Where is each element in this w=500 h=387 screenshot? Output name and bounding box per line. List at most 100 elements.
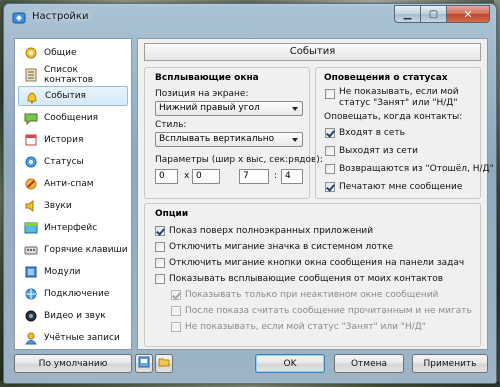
- sidebar-item-statuses[interactable]: Статусы: [18, 152, 128, 172]
- panel-title: События: [144, 43, 481, 61]
- contact-popups-label: Показывать всплывающие сообщения от моих…: [169, 274, 444, 284]
- position-select-value: Нижний правый угол: [159, 103, 260, 113]
- sidebar-item-label: Общие: [44, 48, 77, 58]
- sidebar-item-contact-list[interactable]: Список контактов: [18, 65, 128, 85]
- params-label: Параметры (шир х выс, сек:рядов):: [155, 155, 323, 165]
- popups-group: Всплывающие окна Позиция на экране: Нижн…: [144, 67, 323, 199]
- sidebar-item-modules[interactable]: Модули: [18, 262, 128, 282]
- dont-show-busy-popups-checkbox[interactable]: [171, 322, 181, 332]
- inactive-only-checkbox[interactable]: [171, 290, 181, 300]
- status-alerts-group: Оповещения о статусах Не показывать, есл…: [315, 67, 494, 199]
- video-audio-icon: [24, 309, 38, 323]
- offline-label: Выходят из сети: [339, 146, 418, 156]
- sidebar-item-label: Статусы: [44, 157, 84, 167]
- sidebar-item-connection[interactable]: Подключение: [18, 284, 128, 304]
- events-icon: [25, 90, 39, 104]
- status-alerts-title: Оповещения о статусах: [324, 73, 448, 83]
- sidebar-item-label: Модули: [44, 267, 81, 277]
- sounds-icon: [24, 199, 38, 213]
- sidebar-item-hotkeys[interactable]: Горячие клавиши: [18, 240, 128, 260]
- defaults-button[interactable]: По умолчанию: [14, 354, 132, 373]
- sidebar-item-events[interactable]: События: [18, 86, 128, 106]
- open-folder-button[interactable]: [155, 354, 173, 373]
- sidebar-item-label: События: [45, 91, 86, 101]
- style-select-value: Всплывать вертикально: [159, 134, 275, 144]
- ok-button[interactable]: OK: [255, 354, 325, 373]
- close-icon: ✕: [463, 7, 473, 21]
- sidebar-item-antispam[interactable]: Анти-спам: [18, 174, 128, 194]
- import-icon: [138, 356, 150, 371]
- events-panel: События Всплывающие окна Позиция на экра…: [137, 38, 494, 350]
- mark-read-checkbox[interactable]: [171, 306, 181, 316]
- dont-show-busy-checkbox[interactable]: [325, 89, 335, 99]
- sidebar-item-accounts[interactable]: Учётные записи: [18, 328, 128, 348]
- chevron-down-icon: [292, 138, 298, 142]
- cancel-button[interactable]: Отмена: [334, 354, 404, 373]
- typing-checkbox[interactable]: [325, 182, 335, 192]
- hotkeys-icon: [24, 243, 38, 257]
- maximize-button[interactable]: ▢: [420, 5, 446, 23]
- sidebar-item-label: Сообщения: [44, 113, 99, 123]
- options-title: Опции: [155, 209, 189, 219]
- settings-sidebar: Общие Список контактов События Сообщения…: [14, 38, 132, 350]
- interface-icon: [24, 221, 38, 235]
- sidebar-item-general[interactable]: Общие: [18, 43, 128, 63]
- app-icon: [12, 11, 26, 25]
- style-select[interactable]: Всплывать вертикально: [155, 132, 303, 147]
- settings-window: Настройки ▁ ▢ ✕ Общие Список контактов С…: [3, 3, 497, 384]
- import-button[interactable]: [135, 354, 153, 373]
- statuses-icon: [24, 155, 38, 169]
- sidebar-item-label: Звуки: [44, 201, 72, 211]
- style-label: Стиль:: [155, 120, 187, 130]
- dont-show-busy-label: Не показывать, если мой статус "Занят" и…: [339, 87, 459, 108]
- sidebar-item-label: Видео и звук: [44, 311, 106, 321]
- popup-rows-field[interactable]: 4: [281, 169, 303, 184]
- chevron-down-icon: [292, 107, 298, 111]
- window-title: Настройки: [32, 11, 89, 22]
- sidebar-item-sounds[interactable]: Звуки: [18, 196, 128, 216]
- contact-popups-checkbox[interactable]: [155, 274, 165, 284]
- sidebar-item-history[interactable]: История: [18, 130, 128, 150]
- sidebar-item-interface[interactable]: Интерфейс: [18, 218, 128, 238]
- popups-group-title: Всплывающие окна: [155, 73, 259, 83]
- fullscreen-overlay-checkbox[interactable]: [155, 226, 165, 236]
- popup-seconds-field[interactable]: 7: [239, 169, 269, 184]
- online-label: Входят в сеть: [339, 128, 405, 138]
- folder-icon: [158, 356, 170, 371]
- position-select[interactable]: Нижний правый угол: [155, 101, 303, 116]
- history-icon: [24, 133, 38, 147]
- messages-icon: [24, 111, 38, 125]
- sidebar-item-messages[interactable]: Сообщения: [18, 108, 128, 128]
- sidebar-item-label: Анти-спам: [44, 179, 94, 189]
- apply-button[interactable]: Применить: [412, 354, 488, 373]
- dont-show-busy-popups-label: Не показывать, если мой статус "Занят" и…: [185, 322, 426, 332]
- antispam-icon: [24, 177, 38, 191]
- popup-height-field[interactable]: 0: [192, 169, 220, 184]
- sidebar-item-label: Список контактов: [44, 65, 94, 85]
- connection-icon: [24, 287, 38, 301]
- size-separator: x: [184, 171, 190, 181]
- taskbar-blink-label: Отключить мигание кнопки окна сообщения …: [169, 258, 465, 268]
- sidebar-item-video-audio[interactable]: Видео и звук: [18, 306, 128, 326]
- offline-checkbox[interactable]: [325, 146, 335, 156]
- taskbar-blink-checkbox[interactable]: [155, 258, 165, 268]
- minimize-icon: ▁: [403, 8, 412, 20]
- tray-blink-label: Отключить мигание значка в системном лот…: [169, 242, 393, 252]
- popup-width-field[interactable]: 0: [155, 169, 178, 184]
- sidebar-item-label: История: [44, 135, 84, 145]
- notify-when-label: Оповещать, когда контакты:: [324, 112, 463, 122]
- online-checkbox[interactable]: [325, 128, 335, 138]
- time-separator: :: [274, 171, 278, 181]
- minimize-button[interactable]: ▁: [394, 5, 420, 23]
- position-label: Позиция на экране:: [155, 89, 249, 99]
- title-bar[interactable]: Настройки ▁ ▢ ✕: [4, 4, 496, 30]
- inactive-only-label: Показывать только при неактивном окне со…: [185, 290, 439, 300]
- maximize-icon: ▢: [428, 8, 439, 20]
- return-away-label: Возвращаются из "Отошёл, Н/Д": [339, 164, 494, 174]
- return-away-checkbox[interactable]: [325, 164, 335, 174]
- tray-blink-checkbox[interactable]: [155, 242, 165, 252]
- options-group: Опции Показ поверх полноэкранных приложе…: [144, 203, 481, 347]
- sidebar-item-label: Учётные записи: [44, 333, 120, 343]
- close-button[interactable]: ✕: [446, 5, 490, 23]
- typing-label: Печатают мне сообщение: [339, 182, 463, 192]
